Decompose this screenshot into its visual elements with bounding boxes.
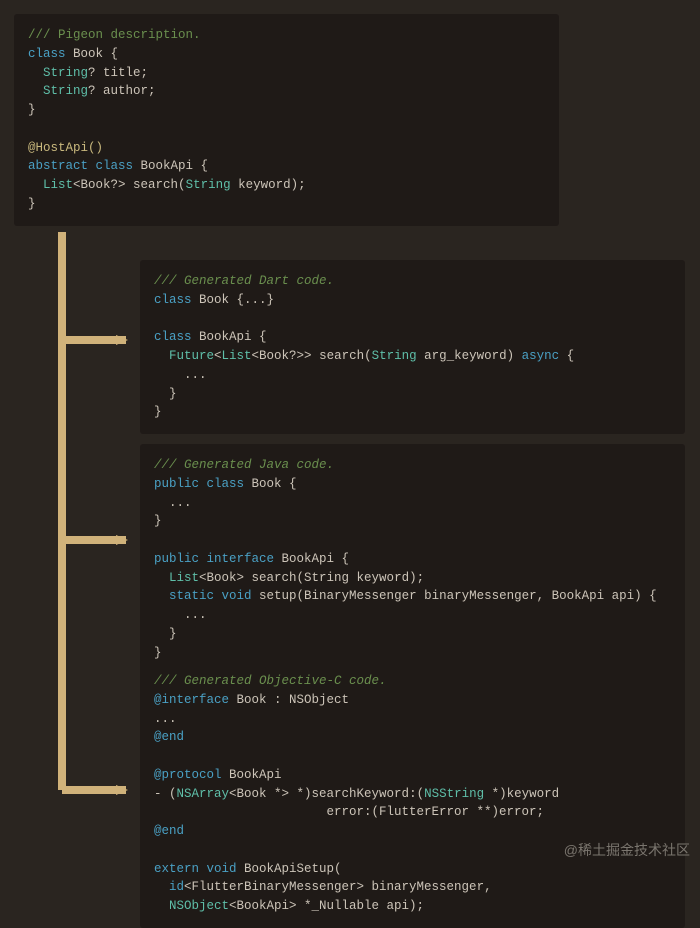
code-line: static void setup(BinaryMessenger binary…	[154, 587, 671, 606]
code-line: String? title;	[28, 64, 545, 83]
code-line: id<FlutterBinaryMessenger> binaryMesseng…	[154, 878, 671, 897]
code-line: abstract class BookApi {	[28, 157, 545, 176]
code-line: class Book {	[28, 45, 545, 64]
watermark-text: @稀土掘金技术社区	[564, 840, 690, 861]
code-line	[154, 531, 671, 550]
java-code-block: /// Generated Java code. public class Bo…	[140, 444, 685, 674]
code-line: ...	[154, 366, 671, 385]
code-line: /// Generated Objective-C code.	[154, 672, 671, 691]
code-line: }	[28, 101, 545, 120]
code-line: }	[154, 403, 671, 422]
code-line: }	[154, 385, 671, 404]
code-line: List<Book?> search(String keyword);	[28, 176, 545, 195]
code-line: ...	[154, 606, 671, 625]
code-line	[154, 310, 671, 329]
code-line: }	[154, 512, 671, 531]
code-line	[28, 120, 545, 139]
code-line: @end	[154, 728, 671, 747]
code-line: Future<List<Book?>> search(String arg_ke…	[154, 347, 671, 366]
source-code-block: /// Pigeon description. class Book { Str…	[14, 14, 559, 226]
code-line: NSObject<BookApi> *_Nullable api);	[154, 897, 671, 916]
code-line: @HostApi()	[28, 139, 545, 158]
code-line: /// Generated Java code.	[154, 456, 671, 475]
code-line: @end	[154, 822, 671, 841]
code-line: - (NSArray<Book *> *)searchKeyword:(NSSt…	[154, 785, 671, 804]
code-line: ...	[154, 494, 671, 513]
code-line: public class Book {	[154, 475, 671, 494]
code-line: @protocol BookApi	[154, 766, 671, 785]
dart-code-block: /// Generated Dart code. class Book {...…	[140, 260, 685, 434]
code-line: class Book {...}	[154, 291, 671, 310]
code-line: class BookApi {	[154, 328, 671, 347]
code-line	[154, 747, 671, 766]
objc-code-block: /// Generated Objective-C code. @interfa…	[140, 660, 685, 928]
code-line: /// Pigeon description.	[28, 26, 545, 45]
code-line: List<Book> search(String keyword);	[154, 569, 671, 588]
code-line: }	[154, 625, 671, 644]
code-line: error:(FlutterError **)error;	[154, 803, 671, 822]
code-line: /// Generated Dart code.	[154, 272, 671, 291]
code-line: @interface Book : NSObject	[154, 691, 671, 710]
code-line: public interface BookApi {	[154, 550, 671, 569]
code-line: ...	[154, 710, 671, 729]
code-line: String? author;	[28, 82, 545, 101]
code-line: }	[28, 195, 545, 214]
